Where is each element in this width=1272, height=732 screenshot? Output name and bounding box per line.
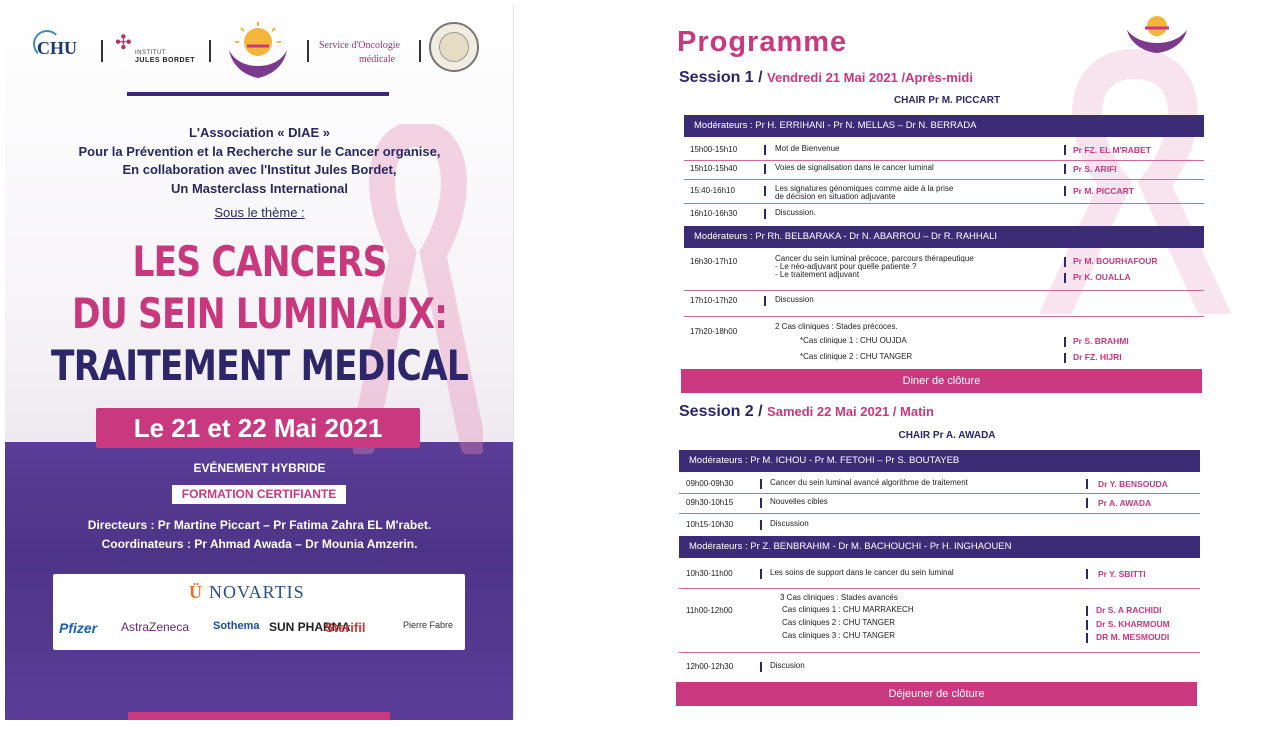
column-separator xyxy=(760,662,762,672)
diae-association-logo xyxy=(229,22,287,78)
column-separator xyxy=(760,520,762,530)
novartis-logo: Ü NOVARTIS xyxy=(189,582,305,602)
session1-chair: CHAIR Pr M. PICCART xyxy=(893,95,1001,106)
logo-divider xyxy=(101,40,103,62)
row-divider xyxy=(679,652,1200,653)
astrazeneca-logo: AstraZeneca xyxy=(121,620,190,634)
column-separator xyxy=(1064,145,1066,155)
program-row: 17h20-18h00 2 Cas cliniques : Stades pré… xyxy=(690,322,1129,363)
column-separator xyxy=(1064,164,1066,174)
column-separator xyxy=(1086,620,1088,630)
institut-jules-bordet-logo: ✣ INSTITUT JULES BORDET xyxy=(115,32,196,64)
title-line: TRAITEMENT MEDICAL xyxy=(51,341,469,390)
program-row: 15:40-16h10 Les signatures génomiques co… xyxy=(690,184,1134,201)
row-divider xyxy=(679,588,1200,589)
logo-divider xyxy=(307,40,309,62)
session2-heading: Session 2 / Samedi 22 Mai 2021 / Matin xyxy=(679,403,934,420)
column-separator xyxy=(1064,337,1066,347)
ijb-mark-icon: ✣ xyxy=(115,32,132,54)
session2-moderators-2: Modérateurs : Pr Z. BENBRAHIM - Dr M. BA… xyxy=(679,536,1200,558)
poster-footer-bar xyxy=(128,712,390,720)
column-separator xyxy=(760,569,762,579)
row-divider xyxy=(684,179,1204,180)
theme-label: Sous le thème : xyxy=(214,205,305,220)
intro-line: Un Masterclass International xyxy=(171,180,348,196)
sponsor-row: Pfizer AstraZeneca Sothema SUN PHARMA St… xyxy=(59,618,463,640)
column-separator xyxy=(764,164,766,174)
intro-line: L'Association « DIAE » xyxy=(188,125,331,140)
event-date: Le 21 et 22 Mai 2021 xyxy=(96,408,420,448)
column-separator xyxy=(1086,606,1088,616)
logo-divider xyxy=(419,40,421,62)
event-type: EVÉNEMENT HYBRIDE xyxy=(193,461,326,475)
session1-heading: Session 1 / Vendredi 21 Mai 2021 /Après-… xyxy=(679,69,973,86)
column-separator xyxy=(764,296,766,306)
poster-title: LES CANCERS DU SEIN LUMINAUX: TRAITEMENT… xyxy=(51,236,469,392)
column-separator xyxy=(764,186,766,196)
poster-intro: L'Association « DIAE » Pour la Préventio… xyxy=(5,124,513,198)
program-row: 10h30-11h00 Les soins de support dans le… xyxy=(686,568,1146,579)
formation-badge: FORMATION CERTIFIANTE xyxy=(172,485,346,504)
intro-line: Pour la Prévention et la Recherche sur l… xyxy=(78,143,441,159)
row-divider xyxy=(684,203,1204,204)
column-separator xyxy=(760,479,762,489)
title-line: DU SEIN LUMINAUX: xyxy=(71,289,448,338)
program-row: 09h30-10h15 Nouvelles cibles Pr A. AWADA xyxy=(686,497,1152,508)
row-divider xyxy=(684,160,1204,161)
row-divider xyxy=(679,493,1200,494)
column-separator xyxy=(760,498,762,508)
row-divider xyxy=(684,290,1204,291)
program-row: 11h00-12h00 3 Cas cliniques : Stades ava… xyxy=(686,593,1170,643)
sponsors-box: Ü NOVARTIS Pfizer AstraZeneca Sothema SUN… xyxy=(53,574,465,650)
pfizer-logo: Pfizer xyxy=(59,620,98,636)
column-separator xyxy=(1064,353,1066,363)
column-separator xyxy=(1086,479,1088,489)
directors: Directeurs : Pr Martine Piccart – Pr Fat… xyxy=(87,518,432,532)
coordinators: Coordinateurs : Pr Ahmad Awada – Dr Moun… xyxy=(101,537,418,551)
program-row: 15h00-15h10 Mot de Bienvenue Pr FZ. EL M… xyxy=(690,144,1151,155)
row-divider xyxy=(684,316,1204,317)
intro-line: En collaboration avec l'Institut Jules B… xyxy=(122,162,397,177)
logo-divider xyxy=(209,40,211,62)
row-divider xyxy=(679,513,1200,514)
session1-closing-bar: Diner de clôture xyxy=(681,369,1202,393)
university-seal-logo xyxy=(429,22,479,72)
diae-association-logo xyxy=(1127,16,1187,53)
program-title: Programme xyxy=(677,26,848,58)
chu-logo: CHU xyxy=(33,30,91,70)
pierre-fabre-logo: Pierre Fabre xyxy=(403,620,454,630)
program-row: 12h00-12h30 Discusion xyxy=(686,661,805,672)
session2-closing-bar: Déjeuner de clôture xyxy=(676,682,1197,706)
session2-chair: CHAIR Pr A. AWADA xyxy=(898,430,996,441)
event-program: Programme Session 1 / Vendredi 21 Mai 20… xyxy=(655,4,1246,720)
column-separator xyxy=(1064,273,1066,283)
title-line: LES CANCERS xyxy=(132,237,387,286)
column-separator xyxy=(1086,569,1088,579)
column-separator xyxy=(1064,257,1066,267)
column-separator xyxy=(1064,186,1066,196)
session2-moderators-1: Modérateurs : Pr M. ICHOU - Pr M. FETOHI… xyxy=(679,450,1200,472)
novartis-flame-icon: Ü xyxy=(189,582,203,602)
session1-moderators-2: Modérateurs : Pr Rh. BELBARAKA - Dr N. A… xyxy=(684,226,1204,248)
program-row: 16h10-16h30 Discussion. xyxy=(690,208,816,219)
column-separator xyxy=(1086,633,1088,643)
header-divider xyxy=(127,92,389,96)
partner-logos: CHU ✣ INSTITUT JULES BORDET Service d'On… xyxy=(5,22,513,86)
event-poster: CHU ✣ INSTITUT JULES BORDET Service d'On… xyxy=(5,4,514,720)
oncologie-service-logo: Service d'Oncologie médicale xyxy=(319,40,400,65)
column-separator xyxy=(1086,498,1088,508)
sothema-logo: Sothema xyxy=(213,620,260,632)
organizers: Directeurs : Pr Martine Piccart – Pr Fat… xyxy=(5,516,513,554)
program-row: 10h15-10h30 Discussion xyxy=(686,519,809,530)
column-separator xyxy=(764,209,766,219)
column-separator xyxy=(764,145,766,155)
sterifil-logo: Sterifil xyxy=(325,620,366,635)
session1-moderators-1: Modérateurs : Pr H. ERRIHANI - Pr N. MEL… xyxy=(684,115,1204,137)
program-row: 16h30-17h10 Cancer du sein luminal préco… xyxy=(690,254,1158,283)
program-row: 15h10-15h40 Voies de signalisation dans … xyxy=(690,163,1117,174)
program-row: 17h10-17h20 Discussion xyxy=(690,295,814,306)
